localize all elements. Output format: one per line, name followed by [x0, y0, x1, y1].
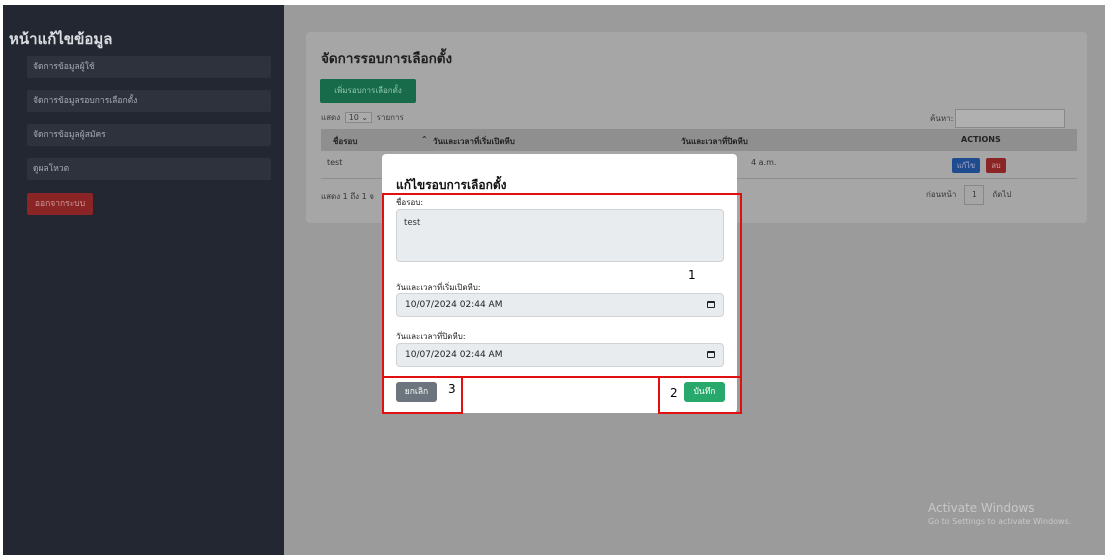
- prev-page-button[interactable]: ก่อนหน้า: [926, 190, 956, 199]
- delete-button[interactable]: ลบ: [986, 158, 1006, 173]
- page-length-select[interactable]: 10 ⌄: [344, 112, 373, 123]
- page-length-value: 10: [348, 113, 359, 122]
- logout-button[interactable]: ออกจากระบบ: [27, 193, 93, 215]
- chevron-down-icon: ⌄: [361, 113, 369, 122]
- watermark-subtitle: Go to Settings to activate Windows.: [928, 517, 1072, 526]
- pagination: ก่อนหน้า 1 ถัดไป: [926, 185, 1012, 205]
- page-length-control: แสดง 10 ⌄ รายการ: [321, 111, 404, 124]
- col-actions[interactable]: ACTIONS: [961, 135, 1001, 144]
- search-label: ค้นหา:: [930, 114, 954, 123]
- sort-icon: ⌃: [421, 135, 428, 144]
- sidebar-item-vote-results[interactable]: ดูผลโหวต: [27, 158, 271, 180]
- sidebar-item-users[interactable]: จัดการข้อมูลผู้ใช้: [27, 56, 271, 78]
- sidebar: หน้าแก้ไขข้อมูล จัดการข้อมูลผู้ใช้ จัดกา…: [3, 5, 284, 555]
- page-title: จัดการรอบการเลือกตั้ง: [321, 51, 453, 67]
- length-suffix: รายการ: [376, 113, 404, 122]
- highlight-box-form: [382, 193, 742, 378]
- next-page-button[interactable]: ถัดไป: [992, 190, 1011, 199]
- table-info: แสดง 1 ถึง 1 จ: [321, 192, 374, 201]
- col-round-name[interactable]: ชื่อรอบ: [333, 135, 357, 148]
- col-end[interactable]: วันและเวลาที่ปิดหีบ: [681, 135, 748, 148]
- table-header: ชื่อรอบ ⌃ วันและเวลาที่เริ่มเปิดหีบ วันแ…: [321, 129, 1077, 151]
- sidebar-title: หน้าแก้ไขข้อมูล: [9, 30, 113, 48]
- sidebar-item-election-rounds[interactable]: จัดการข้อมูลรอบการเลือกตั้ง: [27, 90, 271, 112]
- watermark-title: Activate Windows: [928, 501, 1035, 515]
- length-prefix: แสดง: [321, 113, 341, 122]
- annotation-number-3: 3: [448, 382, 456, 396]
- app-window: หน้าแก้ไขข้อมูล จัดการข้อมูลผู้ใช้ จัดกา…: [3, 5, 1105, 555]
- annotation-number-2: 2: [670, 386, 678, 400]
- edit-button[interactable]: แก้ไข: [952, 158, 980, 173]
- row-end-time: 4 a.m.: [751, 158, 777, 167]
- search-input[interactable]: [955, 109, 1066, 128]
- sidebar-item-candidates[interactable]: จัดการข้อมูลผู้สมัคร: [27, 124, 271, 146]
- add-round-button[interactable]: เพิ่มรอบการเลือกตั้ง: [320, 79, 416, 103]
- annotation-number-1: 1: [688, 268, 696, 282]
- row-name: test: [327, 158, 343, 167]
- search-control: ค้นหา:: [930, 109, 1066, 128]
- col-start[interactable]: วันและเวลาที่เริ่มเปิดหีบ: [433, 135, 515, 148]
- page-1-button[interactable]: 1: [964, 185, 985, 205]
